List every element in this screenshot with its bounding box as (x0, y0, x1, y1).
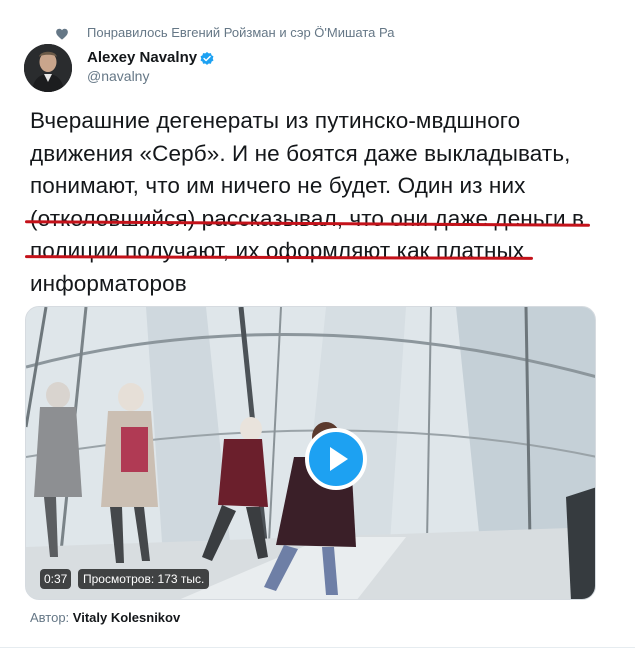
tweet-line: информаторов (30, 270, 187, 296)
play-button[interactable] (305, 428, 367, 490)
attribution-label: Автор: (30, 610, 70, 625)
divider (0, 647, 635, 648)
avatar-image (24, 44, 72, 92)
attribution-name[interactable]: Vitaly Kolesnikov (73, 610, 180, 625)
play-icon (330, 447, 348, 471)
video-player[interactable]: 0:37 Просмотров: 173 тыс. (25, 306, 596, 600)
video-attribution: Автор: Vitaly Kolesnikov (30, 610, 180, 625)
social-context-text[interactable]: Понравилось Евгений Ройзман и сэр Ӧ'Миша… (87, 25, 395, 40)
tweet-line: полиции получают, их оформляют как платн… (30, 238, 525, 263)
heart-icon (56, 28, 68, 40)
author-handle[interactable]: @navalny (87, 68, 149, 84)
tweet-line: (отколовшийся) рассказывал, что они даже… (30, 205, 585, 231)
author-name[interactable]: Alexey Navalny (87, 49, 197, 66)
verified-badge-icon (200, 52, 214, 65)
tweet-line: Вчерашние дегенераты из путинско-мвдшног… (30, 108, 521, 133)
video-duration: 0:37 (40, 569, 72, 589)
video-views: Просмотров: 173 тыс. (78, 569, 210, 589)
tweet-line: понимают, что им ничего не будет. Один и… (30, 173, 526, 198)
avatar[interactable] (24, 44, 72, 92)
tweet-text: Вчерашние дегенераты из путинско-мвдшног… (30, 105, 600, 300)
tweet-line: движения «Серб». И не боятся даже выклад… (30, 140, 571, 166)
